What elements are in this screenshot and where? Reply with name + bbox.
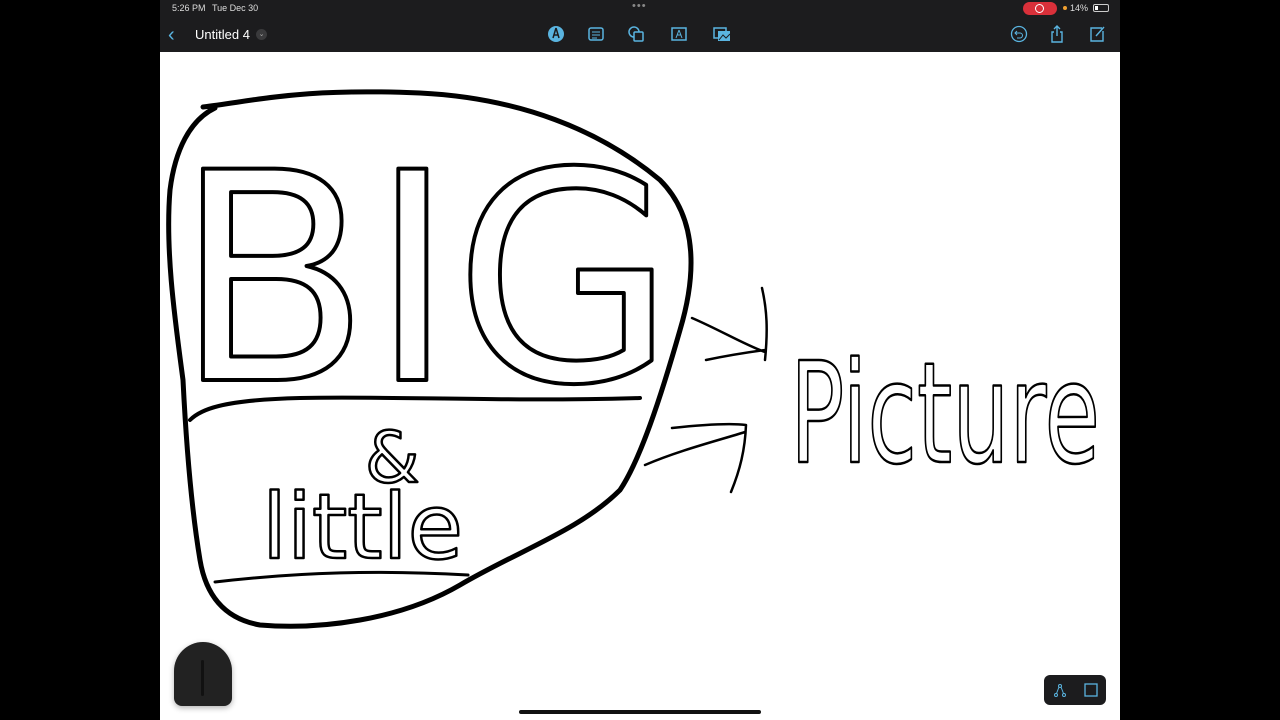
drawing-canvas[interactable]: BIG & little Picture bbox=[0, 0, 1280, 720]
little-line: little bbox=[262, 475, 463, 580]
handwriting-picture: Picture bbox=[790, 333, 1100, 496]
handwriting-big: BIG bbox=[175, 112, 675, 449]
